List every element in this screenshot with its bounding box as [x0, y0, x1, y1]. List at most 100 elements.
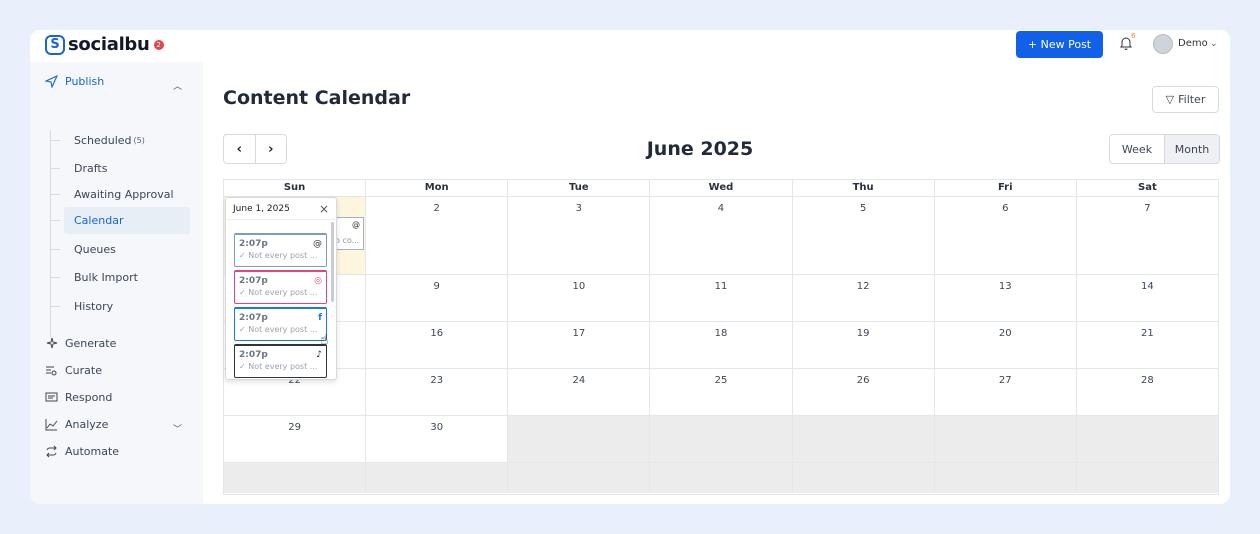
- post-card[interactable]: 2:07p ✓ Not every post ... f: [234, 307, 327, 341]
- day-cell[interactable]: 7: [1077, 197, 1218, 274]
- day-number: 21: [1141, 328, 1154, 339]
- weekday-header: Sun Mon Tue Wed Thu Fri Sat: [224, 180, 1218, 197]
- sidebar-item-bulk-import[interactable]: Bulk Import: [50, 264, 190, 291]
- day-posts-popup: June 1, 2025 × 2:07p ✓ Not every post ..…: [225, 197, 337, 380]
- calendar-post[interactable]: @ o co...: [334, 217, 364, 250]
- day-cell[interactable]: 11: [650, 275, 793, 321]
- day-number: 13: [998, 281, 1012, 292]
- day-cell[interactable]: 18: [650, 322, 793, 368]
- day-cell[interactable]: 6: [935, 197, 1077, 274]
- close-icon[interactable]: ×: [319, 202, 329, 216]
- weekday-label: Sun: [224, 180, 367, 196]
- day-cell[interactable]: 28: [1077, 369, 1218, 415]
- week-row: 8 9 10 11 12 13 14: [224, 275, 1218, 322]
- post-card[interactable]: 2:07p ✓ Not every post ... @: [234, 233, 327, 267]
- day-cell-empty: [366, 463, 509, 493]
- avatar[interactable]: [1153, 34, 1173, 54]
- day-number: 25: [714, 375, 728, 386]
- sidebar-item-respond[interactable]: Respond: [44, 389, 112, 405]
- day-number: 11: [714, 281, 728, 292]
- repeat-icon: [44, 444, 58, 458]
- hand-cursor-icon: ☝: [320, 332, 329, 348]
- popup-scrollbar[interactable]: [331, 222, 334, 302]
- day-number: 17: [572, 328, 586, 339]
- post-card[interactable]: 2:07p ✓ Not every post ... ♪: [234, 344, 327, 378]
- popup-header: June 1, 2025 ×: [226, 198, 336, 220]
- day-cell[interactable]: 9: [366, 275, 509, 321]
- sidebar-item-label: Scheduled: [74, 134, 132, 147]
- day-cell[interactable]: 10: [508, 275, 651, 321]
- day-cell[interactable]: 30: [366, 416, 509, 462]
- month-view-button[interactable]: Month: [1164, 135, 1219, 163]
- day-number: 16: [430, 328, 444, 339]
- weekday-label: Mon: [366, 180, 509, 196]
- day-number: 10: [572, 281, 586, 292]
- week-row: [224, 463, 1218, 493]
- weekday-label: Tue: [508, 180, 651, 196]
- day-cell-empty: [1076, 416, 1218, 462]
- day-cell[interactable]: 17: [508, 322, 651, 368]
- chevron-down-icon[interactable]: ⌄: [1210, 39, 1218, 49]
- day-cell[interactable]: 2: [366, 197, 509, 274]
- instagram-icon: ◎: [314, 276, 322, 286]
- weekday-label: Sat: [1138, 182, 1157, 193]
- chevron-down-icon[interactable]: ﹀: [173, 422, 182, 435]
- sidebar-item-generate[interactable]: Generate: [44, 335, 116, 351]
- logo[interactable]: S socialbu 2: [45, 34, 164, 55]
- day-cell[interactable]: 3: [508, 197, 651, 274]
- new-post-button[interactable]: + New Post: [1016, 31, 1103, 58]
- day-cell[interactable]: 26: [793, 369, 935, 415]
- scheduled-count: (5): [133, 136, 145, 145]
- sidebar-item-queues[interactable]: Queues: [50, 236, 190, 263]
- post-preview: ✓ Not every post ...: [239, 288, 318, 297]
- day-cell-empty: [792, 416, 935, 462]
- sidebar-item-analyze[interactable]: Analyze: [44, 416, 108, 432]
- week-row: 1 @ o co... 2 3 4 5 6 7: [224, 197, 1218, 275]
- sidebar-item-curate[interactable]: Curate: [44, 362, 102, 378]
- sidebar-item-publish[interactable]: Publish: [44, 73, 104, 89]
- sidebar-item-label: Analyze: [65, 417, 109, 431]
- sidebar: Publish ︿ Scheduled (5) Drafts Awaiting …: [30, 62, 203, 504]
- day-cell[interactable]: 5: [793, 197, 935, 274]
- weekday-label: Wed: [650, 180, 793, 196]
- popup-date: June 1, 2025: [233, 203, 290, 214]
- day-cell[interactable]: 29: [224, 416, 367, 462]
- sidebar-item-awaiting-approval[interactable]: Awaiting Approval: [50, 181, 190, 208]
- day-number: 30: [430, 422, 444, 433]
- week-view-button[interactable]: Week: [1110, 135, 1164, 163]
- user-name[interactable]: Demo: [1178, 38, 1208, 49]
- post-time: 2:07p: [239, 239, 268, 249]
- day-number: 3: [575, 203, 583, 214]
- sidebar-item-scheduled[interactable]: Scheduled (5): [50, 127, 190, 154]
- day-cell[interactable]: 21: [1077, 322, 1218, 368]
- sidebar-item-drafts[interactable]: Drafts: [50, 155, 190, 182]
- day-cell[interactable]: 13: [935, 275, 1077, 321]
- day-cell-empty: [934, 463, 1077, 493]
- day-cell-empty: [1076, 463, 1218, 493]
- day-cell[interactable]: 19: [793, 322, 935, 368]
- day-cell[interactable]: 27: [935, 369, 1077, 415]
- month-navigation: ‹ ›: [223, 134, 287, 164]
- sidebar-item-label: Queues: [74, 243, 116, 256]
- day-number: 29: [288, 422, 301, 433]
- day-cell[interactable]: 24: [508, 369, 651, 415]
- sidebar-item-calendar[interactable]: Calendar: [50, 207, 190, 234]
- day-cell[interactable]: 14: [1077, 275, 1218, 321]
- sidebar-item-automate[interactable]: Automate: [44, 443, 119, 459]
- prev-month-button[interactable]: ‹: [224, 135, 256, 163]
- brand-badge: 2: [153, 39, 164, 50]
- day-number: 5: [859, 203, 867, 214]
- tiktok-icon: ♪: [316, 350, 322, 360]
- day-cell[interactable]: 20: [935, 322, 1077, 368]
- day-cell[interactable]: 23: [366, 369, 509, 415]
- post-time: 2:07p: [239, 313, 268, 323]
- post-card[interactable]: 2:07p ✓ Not every post ... ◎: [234, 270, 327, 304]
- day-cell[interactable]: 16: [366, 322, 509, 368]
- day-cell[interactable]: 12: [793, 275, 935, 321]
- chevron-up-icon[interactable]: ︿: [173, 79, 182, 92]
- day-cell[interactable]: 25: [650, 369, 793, 415]
- filter-button[interactable]: ▽ Filter: [1152, 86, 1219, 113]
- sidebar-item-history[interactable]: History: [50, 293, 190, 320]
- next-month-button[interactable]: ›: [256, 135, 287, 163]
- day-cell[interactable]: 4: [650, 197, 793, 274]
